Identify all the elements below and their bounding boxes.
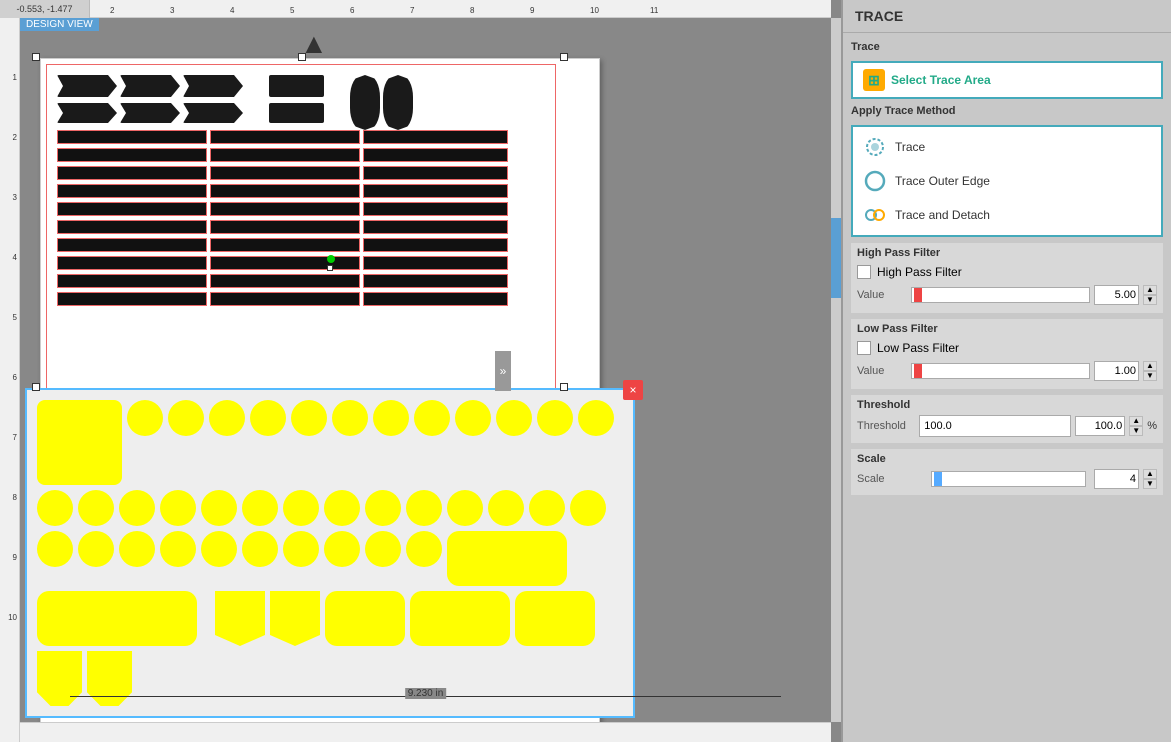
- scale-value-input[interactable]: [1094, 469, 1139, 489]
- low-pass-filter-section-label: Low Pass Filter: [857, 323, 1157, 335]
- threshold-section: Threshold Threshold ▲ ▼ %: [851, 395, 1163, 443]
- select-trace-area-label: Select Trace Area: [891, 73, 991, 87]
- low-pass-slider-thumb[interactable]: [914, 364, 922, 378]
- high-pass-spinner: ▲ ▼: [1143, 285, 1157, 305]
- handle-tr[interactable]: [560, 53, 568, 61]
- scrollbar-thumb[interactable]: [831, 218, 841, 298]
- black-shape: [269, 103, 324, 123]
- select-trace-area-button[interactable]: ⊞ Select Trace Area: [851, 61, 1163, 99]
- trace-method-icon-detach: [863, 203, 887, 227]
- ruler-top: 1 2 3 4 5 6 7 8 9 10 11: [20, 0, 831, 18]
- high-pass-filter-row: High Pass Filter: [857, 261, 1157, 283]
- panel-title: TRACE: [843, 0, 1171, 33]
- scale-slider-thumb[interactable]: [934, 472, 942, 486]
- black-bars-region: [57, 130, 537, 310]
- threshold-input[interactable]: [919, 415, 1071, 437]
- high-pass-slider[interactable]: [911, 287, 1090, 303]
- high-pass-filter-checkbox[interactable]: [857, 265, 871, 279]
- select-trace-icon: ⊞: [863, 69, 885, 91]
- scale-spinner-up[interactable]: ▲: [1143, 469, 1157, 479]
- trace-method-icon-outer-edge: [863, 169, 887, 193]
- coordinates-display: -0.553, -1.477: [0, 0, 90, 18]
- low-pass-filter-checkbox[interactable]: [857, 341, 871, 355]
- black-shape: [350, 75, 380, 130]
- low-pass-spinner-down[interactable]: ▼: [1143, 371, 1157, 381]
- nav-arrow-up[interactable]: ▲: [300, 28, 328, 60]
- black-shape: [120, 75, 180, 97]
- threshold-spinner-up[interactable]: ▲: [1129, 416, 1143, 426]
- scale-section-label: Scale: [857, 453, 1157, 465]
- handle-mr[interactable]: [560, 383, 568, 391]
- threshold-unit: %: [1147, 420, 1157, 432]
- black-shape: [383, 75, 413, 130]
- ruler-left: 1 2 3 4 5 6 7 8 9 10: [0, 18, 20, 742]
- black-shape: [120, 103, 180, 123]
- low-pass-slider[interactable]: [911, 363, 1090, 379]
- threshold-spinner-down[interactable]: ▼: [1129, 426, 1143, 436]
- threshold-value-input[interactable]: [1075, 416, 1125, 436]
- scale-spinner-down[interactable]: ▼: [1143, 479, 1157, 489]
- black-shape: [269, 75, 324, 97]
- low-pass-value-row: Value ▲ ▼: [857, 359, 1157, 385]
- dimension-line: 9.230 in: [70, 696, 781, 697]
- canvas-area: -0.553, -1.477 1 2 3 4 5 6 7 8 9 10 11 1…: [0, 0, 841, 742]
- high-pass-filter-section: High Pass Filter High Pass Filter Value …: [851, 243, 1163, 313]
- trace-method-label-detach: Trace and Detach: [895, 208, 990, 222]
- high-pass-spinner-up[interactable]: ▲: [1143, 285, 1157, 295]
- canvas-viewport: ▲: [20, 18, 831, 722]
- black-shape: [57, 103, 117, 123]
- scale-spinner: ▲ ▼: [1143, 469, 1157, 489]
- black-shapes-region: [46, 64, 556, 404]
- scale-label: Scale: [857, 473, 927, 485]
- ruler-bottom: [20, 722, 831, 742]
- threshold-section-label: Threshold: [857, 399, 1157, 411]
- black-shape: [57, 75, 117, 97]
- panel-content: Trace ⊞ Select Trace Area Apply Trace Me…: [843, 33, 1171, 742]
- trace-option-outer-edge[interactable]: Trace Outer Edge: [857, 165, 1157, 197]
- threshold-label: Threshold: [857, 420, 915, 432]
- trace-method-label-trace: Trace: [895, 140, 925, 154]
- trace-method-icon-trace: [863, 135, 887, 159]
- dimension-text: 9.230 in: [405, 688, 447, 699]
- apply-trace-method-label: Apply Trace Method: [851, 105, 1163, 117]
- handle-tl[interactable]: [32, 53, 40, 61]
- scale-slider[interactable]: [931, 471, 1086, 487]
- high-pass-filter-label: High Pass Filter: [877, 265, 962, 279]
- right-panel: TRACE Trace ⊞ Select Trace Area Apply Tr…: [841, 0, 1171, 742]
- low-pass-filter-row: Low Pass Filter: [857, 337, 1157, 359]
- scale-section: Scale Scale ▲ ▼: [851, 449, 1163, 495]
- high-pass-value-input[interactable]: [1094, 285, 1139, 305]
- high-pass-filter-section-label: High Pass Filter: [857, 247, 1157, 259]
- black-shape: [183, 75, 243, 97]
- yellow-content: [27, 390, 633, 716]
- high-pass-spinner-down[interactable]: ▼: [1143, 295, 1157, 305]
- trace-section-label: Trace: [851, 41, 1163, 53]
- black-row-2: [57, 103, 324, 123]
- low-pass-filter-section: Low Pass Filter Low Pass Filter Value ▲ …: [851, 319, 1163, 389]
- low-pass-value-input[interactable]: [1094, 361, 1139, 381]
- black-shape: [183, 103, 243, 123]
- low-pass-spinner-up[interactable]: ▲: [1143, 361, 1157, 371]
- close-yellow-region[interactable]: ×: [623, 380, 643, 400]
- trace-method-label-outer-edge: Trace Outer Edge: [895, 174, 990, 188]
- scrollbar-right[interactable]: [831, 18, 841, 722]
- low-pass-value-label: Value: [857, 365, 907, 377]
- high-pass-value-row: Value ▲ ▼: [857, 283, 1157, 309]
- design-view-label: DESIGN VIEW: [20, 18, 99, 31]
- handle-ml[interactable]: [32, 383, 40, 391]
- panel-toggle-btn[interactable]: »: [495, 351, 511, 391]
- trace-option-trace[interactable]: Trace: [857, 131, 1157, 163]
- trace-method-section: Trace Trace Outer Edge: [851, 125, 1163, 237]
- low-pass-filter-label: Low Pass Filter: [877, 341, 959, 355]
- threshold-spinner: ▲ ▼: [1129, 416, 1143, 436]
- high-pass-value-label: Value: [857, 289, 907, 301]
- threshold-row: Threshold ▲ ▼ %: [857, 413, 1157, 439]
- trace-option-detach[interactable]: Trace and Detach: [857, 199, 1157, 231]
- low-pass-spinner: ▲ ▼: [1143, 361, 1157, 381]
- yellow-shapes-area: ×: [25, 388, 635, 718]
- high-pass-slider-thumb[interactable]: [914, 288, 922, 302]
- scale-row: Scale ▲ ▼: [857, 467, 1157, 491]
